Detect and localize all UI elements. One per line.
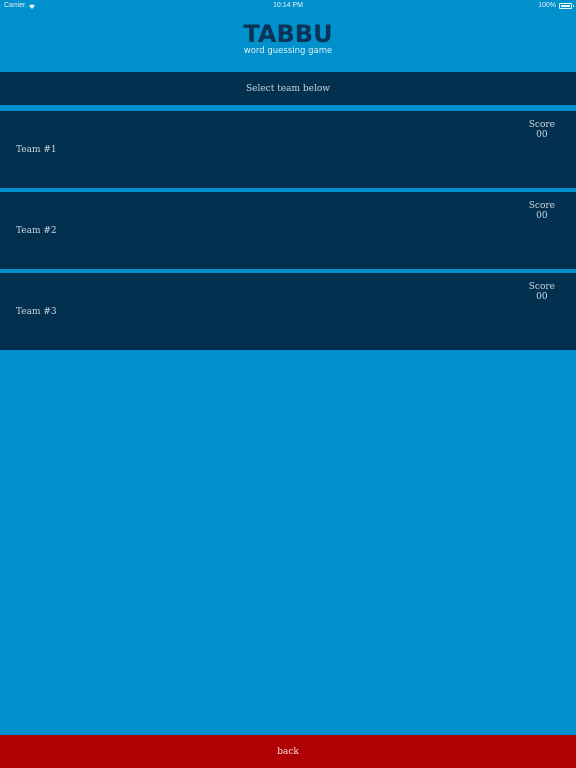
status-bar: Carrier 10:14 PM 100%	[0, 0, 576, 12]
status-right: 100%	[538, 2, 574, 9]
logo-title: TABBU	[243, 20, 333, 48]
team-score: Score 00	[529, 201, 555, 221]
status-time: 10:14 PM	[273, 2, 303, 9]
logo-subtitle: word guessing game	[243, 46, 333, 56]
score-value: 00	[536, 130, 548, 140]
app-logo: TABBU word guessing game	[0, 22, 576, 56]
back-button[interactable]: back	[0, 735, 576, 768]
score-label: Score	[528, 201, 555, 211]
back-label: back	[277, 746, 299, 757]
team-name: Team #3	[16, 307, 57, 317]
battery-percent: 100%	[538, 2, 556, 9]
team-name: Team #2	[16, 226, 57, 236]
header-text: Select team below	[245, 83, 330, 94]
team-row-2[interactable]: Team #2 Score 00	[0, 192, 576, 269]
score-label: Score	[528, 120, 555, 130]
score-label: Score	[528, 282, 555, 292]
team-score: Score 00	[529, 282, 555, 302]
team-score: Score 00	[529, 120, 555, 140]
team-name: Team #1	[16, 145, 57, 155]
score-value: 00	[536, 292, 548, 302]
team-row-1[interactable]: Team #1 Score 00	[0, 111, 576, 188]
team-row-3[interactable]: Team #3 Score 00	[0, 273, 576, 350]
battery-icon	[559, 2, 574, 9]
select-team-header: Select team below	[0, 72, 576, 105]
score-value: 00	[536, 211, 548, 221]
